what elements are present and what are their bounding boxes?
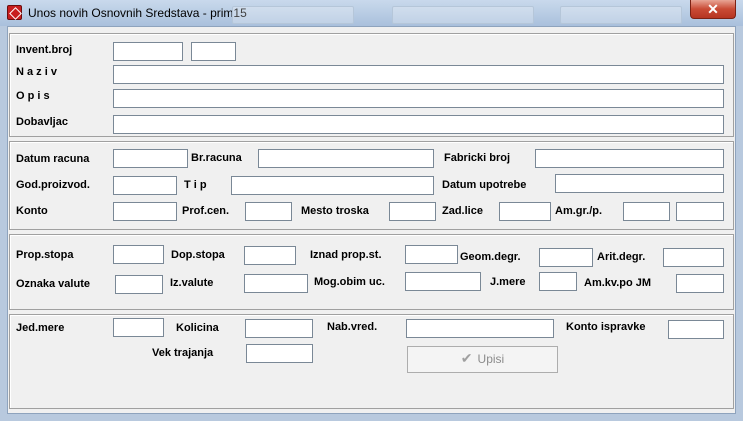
app-icon	[7, 5, 22, 20]
vek-trajanja-input[interactable]	[246, 344, 313, 363]
upisi-button-label: Upisi	[477, 352, 505, 366]
title-bar: Unos novih Osnovnih Sredstava - prim15 ✕	[0, 0, 743, 26]
background-window-ghost	[392, 6, 534, 24]
datum-upotrebe-input[interactable]	[555, 174, 724, 193]
dobavljac-input[interactable]	[113, 115, 724, 134]
prop-stopa-label: Prop.stopa	[16, 249, 74, 261]
br-racuna-input[interactable]	[258, 149, 434, 168]
god-proizvod-input[interactable]	[113, 176, 177, 195]
jed-mere-label: Jed.mere	[16, 322, 65, 334]
geom-degr-label: Geom.degr.	[460, 251, 521, 263]
konto-label: Konto	[16, 205, 48, 217]
invent-broj-label: Invent.broj	[16, 44, 73, 56]
prof-cen-label: Prof.cen.	[182, 205, 230, 217]
vek-trajanja-label: Vek trajanja	[152, 347, 214, 359]
depreciation-group: Prop.stopa Dop.stopa Iznad prop.st. Geom…	[9, 234, 734, 310]
close-button[interactable]: ✕	[690, 0, 736, 19]
am-kv-po-jm-label: Am.kv.po JM	[584, 277, 652, 289]
nab-vred-input[interactable]	[406, 319, 554, 338]
dop-stopa-label: Dop.stopa	[171, 249, 225, 261]
am-gr-input[interactable]	[623, 202, 670, 221]
invoice-group: Datum racuna Br.racuna Fabricki broj God…	[9, 141, 734, 230]
tip-input[interactable]	[231, 176, 434, 195]
am-gr-p-label: Am.gr./p.	[555, 205, 603, 217]
am-p-input[interactable]	[676, 202, 724, 221]
invent-broj-input[interactable]	[113, 42, 183, 61]
konto-ispravke-input[interactable]	[668, 320, 724, 339]
arit-degr-label: Arit.degr.	[597, 251, 646, 263]
am-kv-po-jm-input[interactable]	[676, 274, 724, 293]
fabricki-broj-input[interactable]	[535, 149, 724, 168]
kolicina-input[interactable]	[245, 319, 313, 338]
prof-cen-input[interactable]	[245, 202, 292, 221]
checkmark-icon: ✔	[460, 350, 473, 366]
konto-ispravke-label: Konto ispravke	[566, 321, 646, 333]
general-info-group: Invent.broj N a z i v O p i s Dobavljac	[9, 33, 734, 137]
mog-obim-uc-input[interactable]	[405, 272, 481, 291]
j-mere-label: J.mere	[490, 276, 526, 288]
mog-obim-uc-label: Mog.obim uc.	[314, 276, 385, 288]
background-window-ghost	[232, 6, 354, 24]
br-racuna-label: Br.racuna	[191, 152, 242, 164]
iz-valute-label: Iz.valute	[170, 277, 214, 289]
opis-input[interactable]	[113, 89, 724, 108]
nab-vred-label: Nab.vred.	[327, 321, 378, 333]
naziv-input[interactable]	[113, 65, 724, 84]
upisi-button[interactable]: ✔ Upisi	[407, 346, 558, 373]
fabricki-broj-label: Fabricki broj	[444, 152, 511, 164]
invent-broj-suffix-input[interactable]	[191, 42, 236, 61]
dop-stopa-input[interactable]	[244, 246, 296, 265]
tip-label: T i p	[184, 179, 207, 191]
datum-upotrebe-label: Datum upotrebe	[442, 179, 527, 191]
konto-input[interactable]	[113, 202, 177, 221]
background-window-ghost	[560, 6, 682, 24]
iznad-prop-st-input[interactable]	[405, 245, 458, 264]
zad-lice-input[interactable]	[499, 202, 551, 221]
dobavljac-label: Dobavljac	[16, 116, 68, 128]
oznaka-valute-input[interactable]	[115, 275, 163, 294]
close-icon: ✕	[707, 1, 719, 17]
opis-label: O p i s	[16, 90, 50, 102]
mesto-troska-label: Mesto troska	[301, 205, 369, 217]
valuation-group: Jed.mere Kolicina Nab.vred. Konto isprav…	[9, 314, 734, 409]
mesto-troska-input[interactable]	[389, 202, 436, 221]
arit-degr-input[interactable]	[663, 248, 724, 267]
window-title: Unos novih Osnovnih Sredstava - prim15	[28, 6, 247, 20]
datum-racuna-input[interactable]	[113, 149, 188, 168]
iz-valute-input[interactable]	[244, 274, 308, 293]
kolicina-label: Kolicina	[176, 322, 219, 334]
geom-degr-input[interactable]	[539, 248, 593, 267]
oznaka-valute-label: Oznaka valute	[16, 278, 90, 290]
jed-mere-input[interactable]	[113, 318, 164, 337]
naziv-label: N a z i v	[16, 66, 57, 78]
datum-racuna-label: Datum racuna	[16, 153, 90, 165]
j-mere-input[interactable]	[539, 272, 577, 291]
form-client-area: Invent.broj N a z i v O p i s Dobavljac …	[7, 26, 736, 414]
iznad-prop-st-label: Iznad prop.st.	[310, 249, 382, 261]
prop-stopa-input[interactable]	[113, 245, 164, 264]
zad-lice-label: Zad.lice	[442, 205, 483, 217]
god-proizvod-label: God.proizvod.	[16, 179, 90, 191]
